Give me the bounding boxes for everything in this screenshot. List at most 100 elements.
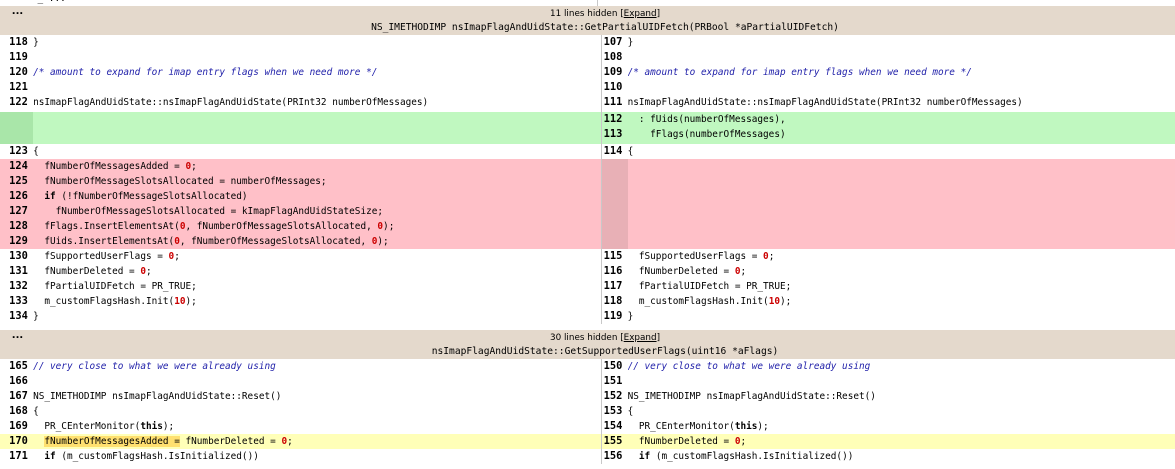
- left-code-line: fPartialUIDFetch = PR_TRUE;: [33, 279, 602, 294]
- left-line-number: 166: [0, 374, 34, 389]
- left-line-number-text: 169: [9, 420, 28, 432]
- right-line-number-text: 118: [603, 295, 623, 307]
- right-code-line: PR_CEnterMonitor(this);: [627, 419, 1175, 434]
- hunk-function-name: NS_IMETHODIMP nsImapFlagAndUidState::Get…: [371, 22, 839, 33]
- right-line-number: 154: [600, 419, 628, 434]
- right-line-number: 156: [600, 449, 628, 464]
- diff-row: 123{114{: [0, 144, 1175, 159]
- left-line-number: [0, 127, 34, 144]
- left-line-number: 126: [0, 189, 34, 204]
- left-code-line: }: [33, 309, 602, 324]
- left-line-number: 130: [0, 249, 34, 264]
- collapse-dots: ...: [0, 330, 35, 359]
- right-code-line: [627, 50, 1175, 65]
- diff-view: _ ... ... 11 lines hidden [Expand] NS_IM…: [0, 0, 1175, 469]
- right-code-line: [627, 174, 1175, 189]
- left-code-line: fSupportedUserFlags = 0;: [33, 249, 602, 264]
- right-code-line: /* amount to expand for imap entry flags…: [627, 65, 1175, 80]
- left-line-number: 124: [0, 159, 34, 174]
- left-line-number: 121: [0, 80, 34, 95]
- right-line-number: 119: [600, 309, 628, 324]
- left-code-line: m_customFlagsHash.Init(10);: [33, 294, 602, 309]
- diff-table-2: 165 // very close to what we were already…: [0, 359, 1175, 464]
- right-line-number: 113: [600, 127, 628, 144]
- right-line-number: [600, 174, 628, 189]
- right-code-line: [627, 374, 1175, 389]
- left-line-number-text: 125: [9, 175, 28, 187]
- hunk-header-2: ... 30 lines hidden [Expand] nsImapFlagA…: [0, 330, 1175, 359]
- right-code-line: [627, 189, 1175, 204]
- left-line-number: 119: [0, 50, 34, 65]
- left-code-line: NS_IMETHODIMP nsImapFlagAndUidState::Res…: [33, 389, 602, 404]
- left-line-number-text: 167: [9, 390, 28, 402]
- left-code-line: [33, 80, 602, 95]
- left-code-line: fNumberOfMessageSlotsAllocated = kImapFl…: [33, 204, 602, 219]
- left-code-line: [33, 112, 602, 127]
- right-line-number-text: 154: [603, 420, 623, 432]
- left-line-number: 165: [0, 359, 34, 374]
- hunk-header-1: ... 11 lines hidden [Expand] NS_IMETHODI…: [0, 6, 1175, 35]
- left-line-number-text: 127: [9, 205, 28, 217]
- left-line-number: 170: [0, 434, 34, 449]
- right-line-number: [600, 159, 628, 174]
- hidden-lines-info: 30 lines hidden [Expand] nsImapFlagAndUi…: [35, 330, 1175, 359]
- left-code-line: if (m_customFlagsHash.IsInitialized()): [33, 449, 602, 464]
- right-line-number-text: 153: [603, 405, 623, 417]
- right-code-line: if (m_customFlagsHash.IsInitialized()): [627, 449, 1175, 464]
- right-line-number-text: 113: [603, 128, 623, 140]
- diff-row: 125 fNumberOfMessageSlotsAllocated = num…: [0, 174, 1175, 189]
- left-code-line: fUids.InsertElementsAt(0, fNumberOfMessa…: [33, 234, 602, 249]
- diff-row: 118} 107}: [0, 35, 1175, 50]
- expand-link[interactable]: Expand: [624, 9, 657, 19]
- left-line-number: 168: [0, 404, 34, 419]
- diff-row: 133 m_customFlagsHash.Init(10); 118 m_cus…: [0, 294, 1175, 309]
- diff-row: 112 : fUids(numberOfMessages),: [0, 112, 1175, 127]
- left-line-number: 125: [0, 174, 34, 189]
- diff-row: 127 fNumberOfMessageSlotsAllocated = kIm…: [0, 204, 1175, 219]
- right-line-number: 115: [600, 249, 628, 264]
- diff-row: 169 PR_CEnterMonitor(this); 154 PR_CEnter…: [0, 419, 1175, 434]
- left-line-number-text: 122: [9, 96, 28, 108]
- left-line-number-text: 170: [9, 435, 28, 447]
- left-line-number-text: 119: [9, 51, 28, 63]
- left-line-number: 131: [0, 264, 34, 279]
- left-line-number: [0, 112, 34, 127]
- diff-row: 124 fNumberOfMessagesAdded = 0;: [0, 159, 1175, 174]
- right-code-line: m_customFlagsHash.Init(10);: [627, 294, 1175, 309]
- right-code-line: fPartialUIDFetch = PR_TRUE;: [627, 279, 1175, 294]
- hidden-lines-label: 11 lines hidden [Expand]: [550, 9, 660, 19]
- left-code-line: fNumberOfMessagesAdded = fNumberDeleted …: [33, 434, 602, 449]
- left-line-number: 122: [0, 95, 34, 112]
- diff-row: 130 fSupportedUserFlags = 0; 115 fSupport…: [0, 249, 1175, 264]
- right-line-number: 155: [600, 434, 628, 449]
- right-code-line: [627, 234, 1175, 249]
- right-line-number: 108: [600, 50, 628, 65]
- right-line-number-text: 108: [603, 51, 623, 63]
- right-line-number-text: 151: [603, 375, 623, 387]
- left-line-number-text: 165: [9, 360, 28, 372]
- right-line-number-text: 107: [603, 36, 623, 48]
- left-line-number-text: 133: [9, 295, 28, 307]
- left-line-number-text: 131: [9, 265, 28, 277]
- right-line-number: 114: [600, 144, 628, 159]
- right-code-line: }: [627, 35, 1175, 50]
- changed-highlight: fNumberOfMessagesAdded =: [44, 436, 180, 447]
- right-line-number-text: 115: [603, 250, 623, 262]
- left-line-number-text: 132: [9, 280, 28, 292]
- right-code-line: {: [627, 404, 1175, 419]
- left-code-line: [33, 127, 602, 144]
- left-line-number: 132: [0, 279, 34, 294]
- left-line-number-text: 121: [9, 81, 28, 93]
- diff-row: 129 fUids.InsertElementsAt(0, fNumberOfM…: [0, 234, 1175, 249]
- left-line-number-text: 123: [9, 145, 28, 157]
- right-line-number: 118: [600, 294, 628, 309]
- right-line-number: 110: [600, 80, 628, 95]
- diff-row: 113 fFlags(numberOfMessages): [0, 127, 1175, 144]
- right-code-line: [627, 219, 1175, 234]
- right-code-line: fNumberDeleted = 0;: [627, 434, 1175, 449]
- expand-link[interactable]: Expand: [624, 333, 657, 343]
- right-line-number: [600, 189, 628, 204]
- hidden-lines-count: 11 lines hidden [: [550, 9, 624, 19]
- right-line-number-text: 112: [603, 113, 623, 125]
- hidden-lines-suffix: ]: [656, 333, 660, 343]
